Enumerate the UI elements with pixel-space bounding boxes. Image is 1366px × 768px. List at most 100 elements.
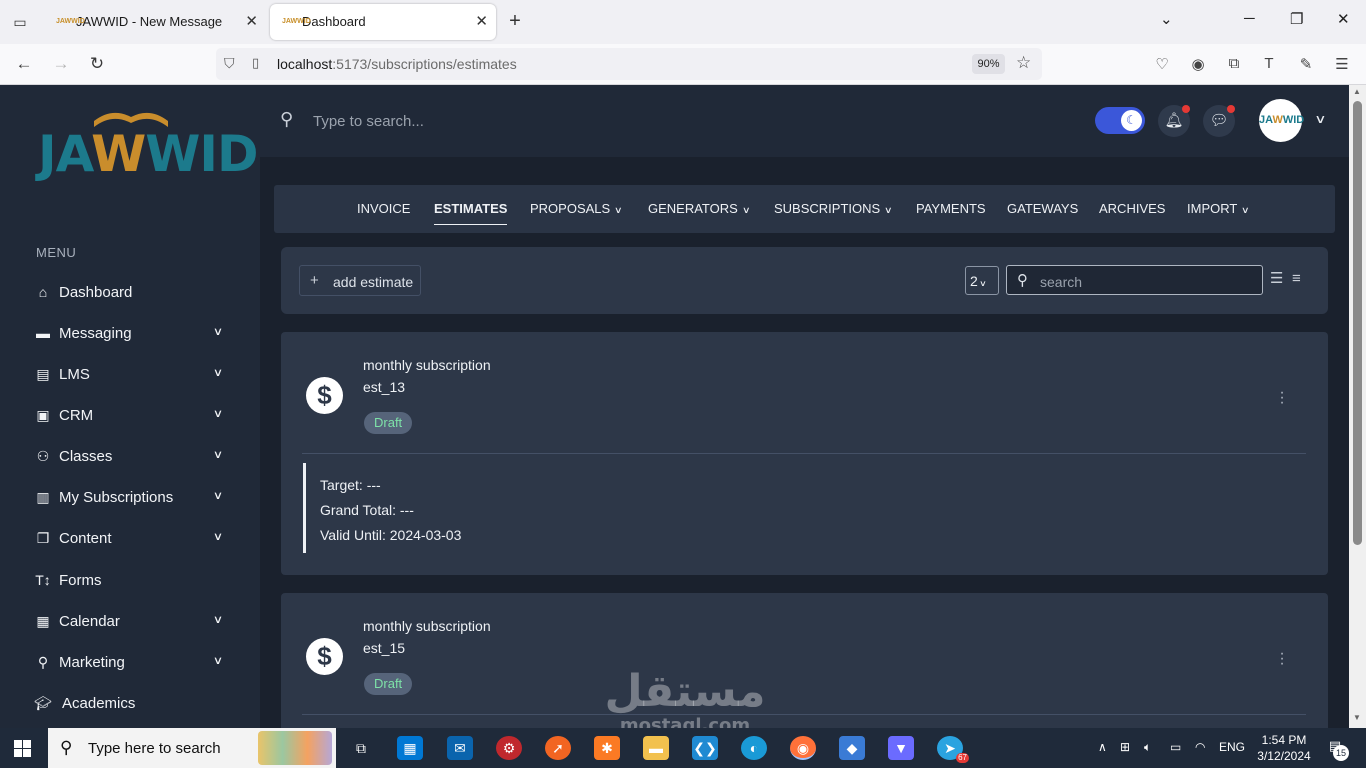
main-content: INVOICE ESTIMATES PROPOSALS ∨ GENERATORS ∨… bbox=[260, 157, 1349, 728]
sort-lines-icon[interactable]: ≡ bbox=[1292, 271, 1301, 286]
close-tab-icon[interactable]: ✕ bbox=[475, 4, 488, 40]
global-search-input[interactable]: Type to search... bbox=[313, 113, 424, 130]
dollar-icon: $ bbox=[306, 638, 343, 675]
jawwid-logo[interactable]: JAWWID bbox=[38, 107, 258, 183]
estimate-card[interactable]: $ monthly subscription est_15 Draft · · · bbox=[281, 593, 1328, 728]
more-options-icon[interactable]: · · · bbox=[1279, 385, 1285, 411]
wifi-icon[interactable]: ◠ bbox=[1195, 740, 1205, 754]
page-info-icon[interactable]: ▯ bbox=[252, 55, 259, 71]
bookmark-star-icon[interactable]: ☆ bbox=[1016, 53, 1031, 73]
tab-estimates[interactable]: ESTIMATES bbox=[434, 201, 508, 225]
sidebar-item-calendar[interactable]: ▦ Calendar ∨ bbox=[34, 606, 230, 638]
pocket-icon[interactable]: ♡ bbox=[1152, 55, 1172, 73]
sidebar-item-label: Academics bbox=[62, 695, 136, 712]
new-tab-button[interactable]: + bbox=[504, 10, 526, 33]
edge-icon[interactable]: ◐ bbox=[741, 736, 767, 760]
vscode-icon[interactable]: ❮❯ bbox=[692, 736, 718, 760]
sidebar-item-classes[interactable]: ⚇ Classes ∨ bbox=[34, 441, 230, 473]
git-icon[interactable]: ◆ bbox=[839, 736, 865, 760]
extensions-icon[interactable]: ⧉ bbox=[1224, 55, 1244, 72]
show-hidden-icons-chevron-icon[interactable]: ∧ bbox=[1098, 740, 1107, 754]
back-arrow-icon[interactable]: ← bbox=[13, 54, 35, 74]
notifications-button[interactable]: 🔔︎ bbox=[1158, 105, 1190, 137]
estimates-search-input[interactable]: ⚲ search bbox=[1006, 265, 1263, 295]
sidebar-item-dashboard[interactable]: ⌂ Dashboard bbox=[34, 277, 230, 309]
sidebar-item-crm[interactable]: ▣ CRM ∨ bbox=[34, 400, 230, 432]
messages-button[interactable]: 💬︎ bbox=[1203, 105, 1235, 137]
chevron-down-icon: ∨ bbox=[212, 326, 224, 338]
zoom-indicator[interactable]: 90% bbox=[972, 54, 1005, 74]
battery-icon[interactable]: ▭ bbox=[1170, 740, 1181, 754]
tab-subscriptions[interactable]: SUBSCRIPTIONS ∨ bbox=[774, 201, 893, 216]
language-indicator[interactable]: ENG bbox=[1219, 740, 1245, 754]
file-explorer-icon[interactable]: ▬ bbox=[643, 736, 669, 760]
more-options-icon[interactable]: · · · bbox=[1279, 646, 1285, 672]
windows-start-icon[interactable] bbox=[14, 740, 31, 757]
add-estimate-button[interactable]: + add estimate bbox=[299, 265, 421, 296]
postman-icon[interactable]: ➚ bbox=[545, 736, 571, 760]
address-bar[interactable]: ⛉ ▯ localhost:5173/subscriptions/estimat… bbox=[216, 48, 1042, 80]
store-icon[interactable]: ▦ bbox=[397, 736, 423, 760]
page-scrollbar[interactable]: ▲ ▼ bbox=[1349, 85, 1366, 728]
taskbar-clock[interactable]: 1:54 PM 3/12/2024 bbox=[1254, 732, 1314, 764]
tab-invoice[interactable]: INVOICE bbox=[357, 201, 410, 216]
sidebar-item-content[interactable]: ❐ Content ∨ bbox=[34, 523, 230, 555]
sidebar-item-lms[interactable]: ▤ LMS ∨ bbox=[34, 359, 230, 391]
restore-window-icon[interactable]: ❐ bbox=[1290, 10, 1303, 28]
dark-mode-toggle[interactable]: ☾ bbox=[1095, 107, 1145, 134]
sidebar-item-messaging[interactable]: ▬ Messaging ∨ bbox=[34, 318, 230, 350]
shield-icon[interactable]: ⛉ bbox=[224, 55, 235, 72]
sidebar-item-academics[interactable]: 🎓︎ Academics bbox=[34, 688, 230, 720]
scrollbar-thumb[interactable] bbox=[1353, 101, 1362, 545]
sidebar-item-my-subscriptions[interactable]: ▥ My Subscriptions ∨ bbox=[34, 482, 230, 514]
tab-proposals[interactable]: PROPOSALS ∨ bbox=[530, 201, 623, 216]
tab-overflow-chevron-icon[interactable]: ⌄ bbox=[1160, 10, 1173, 28]
security-app-icon[interactable]: ⚙ bbox=[496, 736, 522, 760]
tab-archives[interactable]: ARCHIVES bbox=[1099, 201, 1165, 216]
tab-generators[interactable]: GENERATORS ∨ bbox=[648, 201, 750, 216]
tab-import[interactable]: IMPORT ∨ bbox=[1187, 201, 1250, 216]
notification-center-icon[interactable]: ▤ 15 bbox=[1324, 738, 1349, 761]
tab-list-icon[interactable]: ▭ bbox=[8, 11, 32, 33]
card-divider bbox=[302, 453, 1306, 454]
color-picker-extension-icon[interactable]: ✎ bbox=[1296, 55, 1316, 73]
chevron-down-icon: ∨ bbox=[614, 205, 623, 215]
tab-payments[interactable]: PAYMENTS bbox=[916, 201, 986, 216]
vite-icon[interactable]: ▼ bbox=[888, 736, 914, 760]
chevron-down-icon: ∨ bbox=[212, 408, 224, 420]
status-badge: Draft bbox=[364, 673, 413, 695]
mail-icon[interactable]: ✉ bbox=[447, 736, 473, 760]
telegram-icon[interactable]: ➤ 67 bbox=[937, 736, 969, 763]
translate-extension-icon[interactable]: T bbox=[1259, 55, 1279, 72]
volume-icon[interactable]: 🔈︎ bbox=[1144, 740, 1151, 755]
browser-tab-new-message[interactable]: JAWWID JAWWID - New Message ✕ bbox=[44, 4, 266, 40]
avatar[interactable]: JAWWID bbox=[1259, 99, 1304, 142]
browser-tab-dashboard[interactable]: JAWWID Dashboard ✕ bbox=[270, 4, 496, 40]
close-window-icon[interactable]: ✕ bbox=[1337, 10, 1350, 28]
sidebar: JAWWID MENU ⌂ Dashboard ▬ Messaging ∨ ▤ … bbox=[0, 85, 260, 728]
app-menu-icon[interactable]: ☰ bbox=[1332, 55, 1352, 73]
url-text[interactable]: localhost:5173/subscriptions/estimates bbox=[277, 56, 517, 72]
account-icon[interactable]: ◉ bbox=[1188, 55, 1208, 73]
close-tab-icon[interactable]: ✕ bbox=[245, 4, 258, 40]
file-icon: ▥ bbox=[36, 489, 50, 505]
sidebar-item-marketing[interactable]: ⚲ Marketing ∨ bbox=[34, 647, 230, 679]
estimate-card[interactable]: $ monthly subscription est_13 Draft · · · … bbox=[281, 332, 1328, 575]
firefox-icon[interactable]: ◉ bbox=[790, 736, 816, 760]
xampp-icon[interactable]: ✱ bbox=[594, 736, 620, 760]
minimize-window-icon[interactable]: ─ bbox=[1244, 10, 1255, 27]
logo-wordmark: JAWWID bbox=[38, 125, 258, 183]
per-page-select[interactable]: 2∨ bbox=[965, 266, 999, 295]
jawwid-favicon-icon: JAWWID bbox=[282, 18, 311, 25]
scroll-down-icon[interactable]: ▼ bbox=[1353, 713, 1361, 722]
sidebar-item-forms[interactable]: T↕ Forms bbox=[34, 565, 230, 597]
user-menu-chevron-icon[interactable]: ∨ bbox=[1314, 112, 1326, 126]
forward-arrow-icon[interactable]: → bbox=[50, 54, 72, 74]
reload-icon[interactable]: ↻ bbox=[86, 54, 108, 74]
tab-gateways[interactable]: GATEWAYS bbox=[1007, 201, 1078, 216]
taskbar-search-box[interactable]: ⚲ Type here to search bbox=[48, 728, 336, 768]
task-view-icon[interactable]: ⧉ bbox=[348, 736, 374, 760]
scroll-up-icon[interactable]: ▲ bbox=[1353, 87, 1361, 96]
list-view-icon[interactable]: ☰ bbox=[1270, 271, 1283, 286]
network-app-icon[interactable]: ⊞ bbox=[1120, 740, 1130, 754]
